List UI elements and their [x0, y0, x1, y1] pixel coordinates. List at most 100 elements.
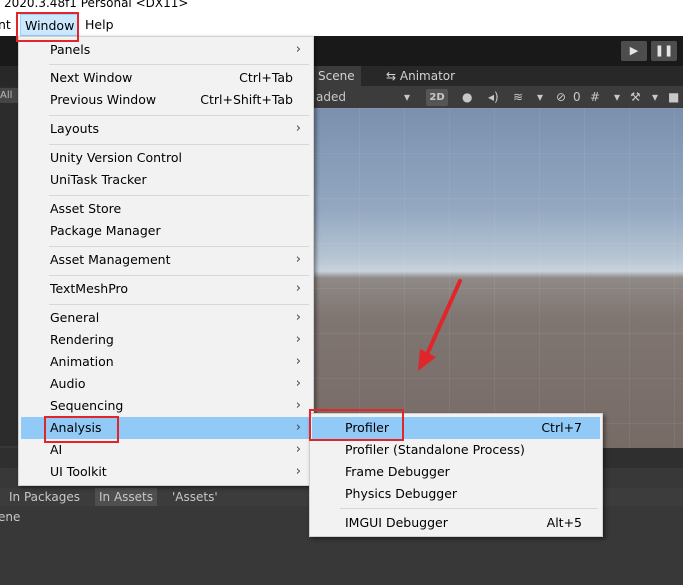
scene-asset-fragment[interactable]: ene	[0, 510, 20, 524]
title-bar: 2020.3.48f1 Personal <DX11>	[0, 0, 683, 14]
hidden-objects-icon[interactable]: ⊘	[556, 89, 566, 106]
pause-icon: ❚❚	[654, 44, 674, 57]
menu-item-label: Unity Version Control	[50, 150, 182, 165]
menu-item-label: Asset Store	[50, 201, 122, 216]
chevron-right-icon: ›	[295, 464, 301, 479]
menu-item-asset-store[interactable]: Asset Store	[21, 198, 311, 220]
menu-item-label: Panels	[50, 42, 91, 57]
menu-item-label: General	[50, 310, 100, 325]
scene-tab-label: Scene	[318, 69, 355, 83]
tools-dropdown-icon[interactable]: ▾	[652, 89, 658, 106]
menu-item-animation[interactable]: Animation ›	[21, 351, 311, 373]
chevron-right-icon: ›	[295, 42, 301, 57]
menu-item-label: AI	[50, 442, 63, 457]
menu-item-shortcut: Ctrl+Tab	[239, 70, 293, 85]
effects-dropdown-icon[interactable]: ▾	[537, 89, 543, 106]
menu-separator	[49, 195, 309, 196]
menu-item-rendering[interactable]: Rendering ›	[21, 329, 311, 351]
menu-item-analysis[interactable]: Analysis ›	[21, 417, 311, 439]
camera-icon[interactable]: ■	[668, 89, 679, 106]
chevron-right-icon: ›	[295, 281, 301, 296]
pause-button[interactable]: ❚❚	[651, 41, 677, 61]
animator-icon: ⇆	[386, 69, 397, 83]
menu-item-label: UI Toolkit	[50, 464, 107, 479]
tab-animator[interactable]: ⇆ Animator	[386, 66, 455, 86]
in-assets-filter[interactable]: In Assets	[95, 488, 158, 506]
menu-item-label: Next Window	[50, 70, 133, 85]
window-title: 2020.3.48f1 Personal <DX11>	[4, 0, 189, 10]
menu-item-general[interactable]: General ›	[21, 307, 311, 329]
grid-icon[interactable]: #	[590, 89, 600, 106]
scene-loaded-label: aded	[316, 90, 346, 104]
menu-separator	[49, 115, 309, 116]
menu-window[interactable]: Window	[20, 14, 80, 36]
chevron-right-icon: ›	[295, 121, 301, 136]
menu-help[interactable]: Help	[85, 14, 114, 36]
menu-item-label: Analysis	[50, 420, 102, 435]
menu-component-fragment[interactable]: nt	[0, 14, 11, 36]
menu-item-shortcut: Ctrl+Shift+Tab	[200, 92, 293, 107]
menu-item-unitask-tracker[interactable]: UniTask Tracker	[21, 169, 311, 191]
chevron-right-icon: ›	[295, 376, 301, 391]
chevron-right-icon: ›	[295, 354, 301, 369]
menu-item-label: Audio	[50, 376, 86, 391]
menu-separator	[49, 275, 309, 276]
chevron-right-icon: ›	[295, 252, 301, 267]
menu-item-label: IMGUI Debugger	[345, 515, 448, 530]
menu-item-label: Animation	[50, 354, 114, 369]
tab-scene[interactable]: Scene	[312, 66, 361, 86]
analysis-submenu: Profiler Ctrl+7 Profiler (Standalone Proce…	[309, 413, 603, 537]
menu-separator	[49, 246, 309, 247]
chevron-down-icon[interactable]: ▾	[404, 89, 410, 106]
menu-item-label: TextMeshPro	[50, 281, 129, 296]
menu-item-label: Physics Debugger	[345, 486, 458, 501]
grid-dropdown-icon[interactable]: ▾	[614, 89, 620, 106]
menu-item-textmeshpro[interactable]: TextMeshPro ›	[21, 278, 311, 300]
menu-item-physics-debugger[interactable]: Physics Debugger	[312, 483, 600, 505]
menu-item-unity-version-control[interactable]: Unity Version Control	[21, 147, 311, 169]
menu-item-audio[interactable]: Audio ›	[21, 373, 311, 395]
window-menu: Panels › Next Window Ctrl+Tab Previous Windo…	[18, 36, 314, 486]
audio-icon[interactable]: ◂)	[488, 89, 499, 106]
menu-separator	[49, 144, 309, 145]
menu-item-package-manager[interactable]: Package Manager	[21, 220, 311, 242]
lighting-icon[interactable]: ●	[462, 89, 472, 106]
menu-item-label: UniTask Tracker	[50, 172, 147, 187]
menu-item-ui-toolkit[interactable]: UI Toolkit ›	[21, 461, 311, 483]
menu-separator	[340, 508, 598, 509]
chevron-right-icon: ›	[295, 420, 301, 435]
menu-item-label: Frame Debugger	[345, 464, 450, 479]
annotation-arrow-icon	[418, 279, 462, 371]
menu-item-ai[interactable]: AI ›	[21, 439, 311, 461]
menu-item-previous-window[interactable]: Previous Window Ctrl+Shift+Tab	[21, 89, 311, 111]
menu-separator	[49, 64, 309, 65]
menu-item-panels[interactable]: Panels ›	[21, 39, 311, 61]
menu-item-label: Layouts	[50, 121, 100, 136]
in-packages-filter[interactable]: In Packages	[9, 488, 80, 506]
menu-item-label: Sequencing	[50, 398, 124, 413]
chevron-right-icon: ›	[295, 332, 301, 347]
play-button[interactable]: ▶	[621, 41, 647, 61]
menu-item-label: Profiler (Standalone Process)	[345, 442, 525, 457]
menu-item-label: Package Manager	[50, 223, 161, 238]
menu-item-imgui-debugger[interactable]: IMGUI Debugger Alt+5	[312, 512, 600, 534]
tools-icon[interactable]: ⚒	[630, 89, 641, 106]
scene-viewport[interactable]	[314, 108, 683, 448]
menu-separator	[49, 304, 309, 305]
menu-item-next-window[interactable]: Next Window Ctrl+Tab	[21, 67, 311, 89]
play-icon: ▶	[629, 44, 639, 57]
menu-item-profiler[interactable]: Profiler Ctrl+7	[312, 417, 600, 439]
menu-item-profiler-standalone-process[interactable]: Profiler (Standalone Process)	[312, 439, 600, 461]
hierarchy-search-fragment[interactable]: All	[0, 88, 20, 103]
menu-item-layouts[interactable]: Layouts ›	[21, 118, 311, 140]
menu-item-frame-debugger[interactable]: Frame Debugger	[312, 461, 600, 483]
hidden-count: 0	[573, 90, 581, 104]
menu-item-label: Asset Management	[50, 252, 171, 267]
effects-icon[interactable]: ≋	[513, 89, 523, 106]
menu-bar: nt Window Help	[0, 14, 683, 36]
assets-folder-filter[interactable]: 'Assets'	[172, 488, 218, 506]
menu-item-asset-management[interactable]: Asset Management ›	[21, 249, 311, 271]
menu-item-sequencing[interactable]: Sequencing ›	[21, 395, 311, 417]
2d-toggle-button[interactable]: 2D	[426, 89, 448, 106]
chevron-right-icon: ›	[295, 310, 301, 325]
